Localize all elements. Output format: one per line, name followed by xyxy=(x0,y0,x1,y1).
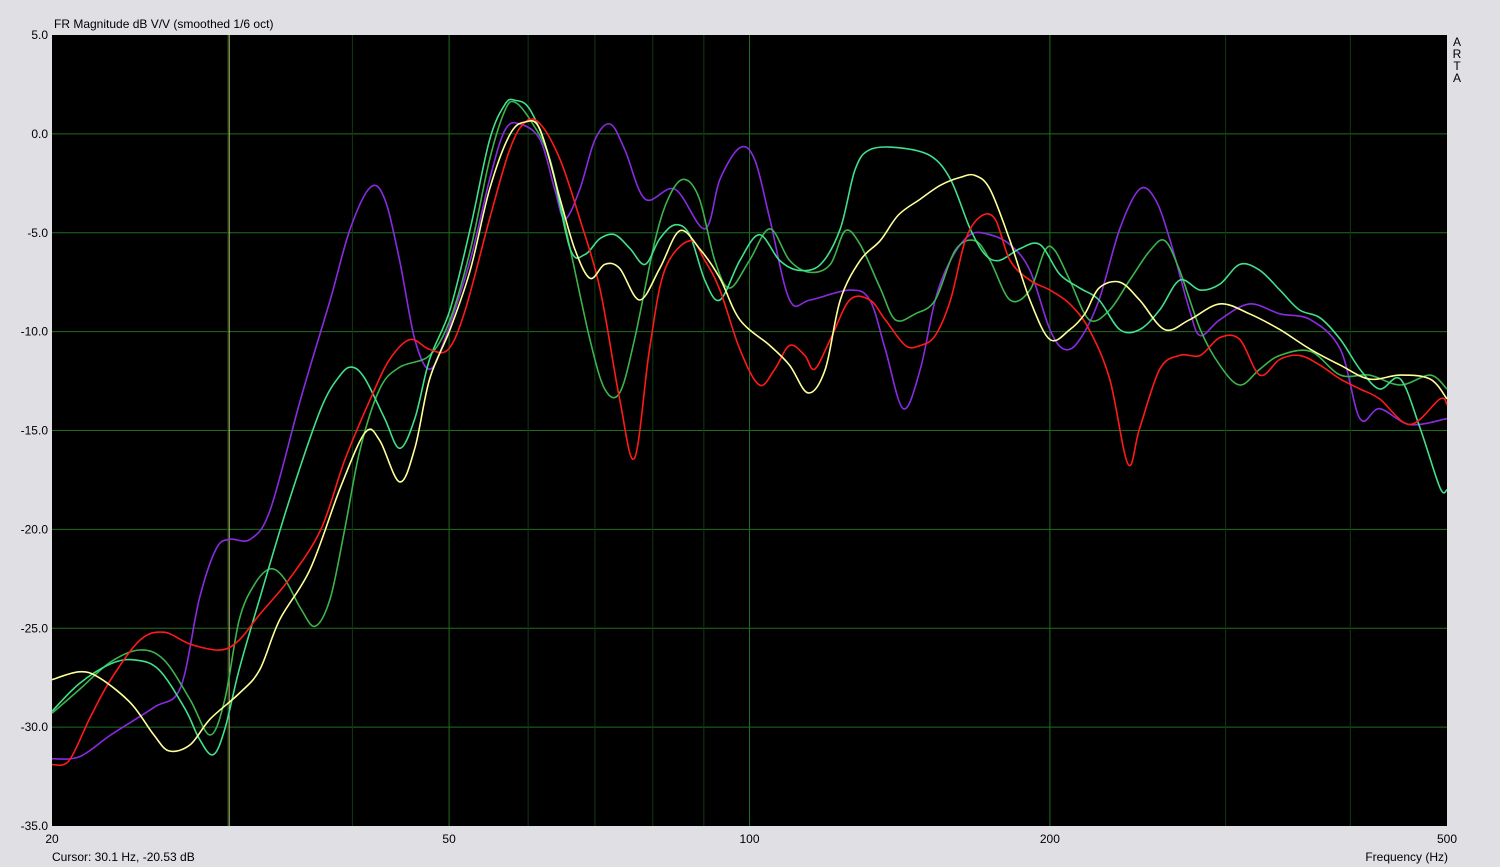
x-axis-label: Frequency (Hz) xyxy=(1365,850,1448,864)
x-tick-label: 200 xyxy=(1040,832,1060,846)
x-tick-label: 20 xyxy=(45,832,59,846)
x-tick-label: 50 xyxy=(442,832,456,846)
y-tick-label: 5.0 xyxy=(31,28,48,42)
x-tick-label: 500 xyxy=(1437,832,1457,846)
x-tick-label: 100 xyxy=(739,832,759,846)
y-tick-label: -5.0 xyxy=(27,226,48,240)
y-tick-label: -30.0 xyxy=(21,720,49,734)
chart-title: FR Magnitude dB V/V (smoothed 1/6 oct) xyxy=(54,17,274,31)
frequency-response-chart[interactable]: 5.0 0.0 -5.0 -10.0 -15.0 -20.0 -25.0 -30.0 -35.0… xyxy=(0,0,1500,867)
y-tick-label: -25.0 xyxy=(21,621,49,635)
y-tick-label: -10.0 xyxy=(21,325,49,339)
y-tick-label: 0.0 xyxy=(31,127,48,141)
y-tick-label: -20.0 xyxy=(21,522,49,536)
y-tick-label: -15.0 xyxy=(21,424,49,438)
cursor-readout: Cursor: 30.1 Hz, -20.53 dB xyxy=(52,850,195,864)
y-tick-label: -35.0 xyxy=(21,819,49,833)
arta-watermark: ARTA xyxy=(1452,35,1462,85)
